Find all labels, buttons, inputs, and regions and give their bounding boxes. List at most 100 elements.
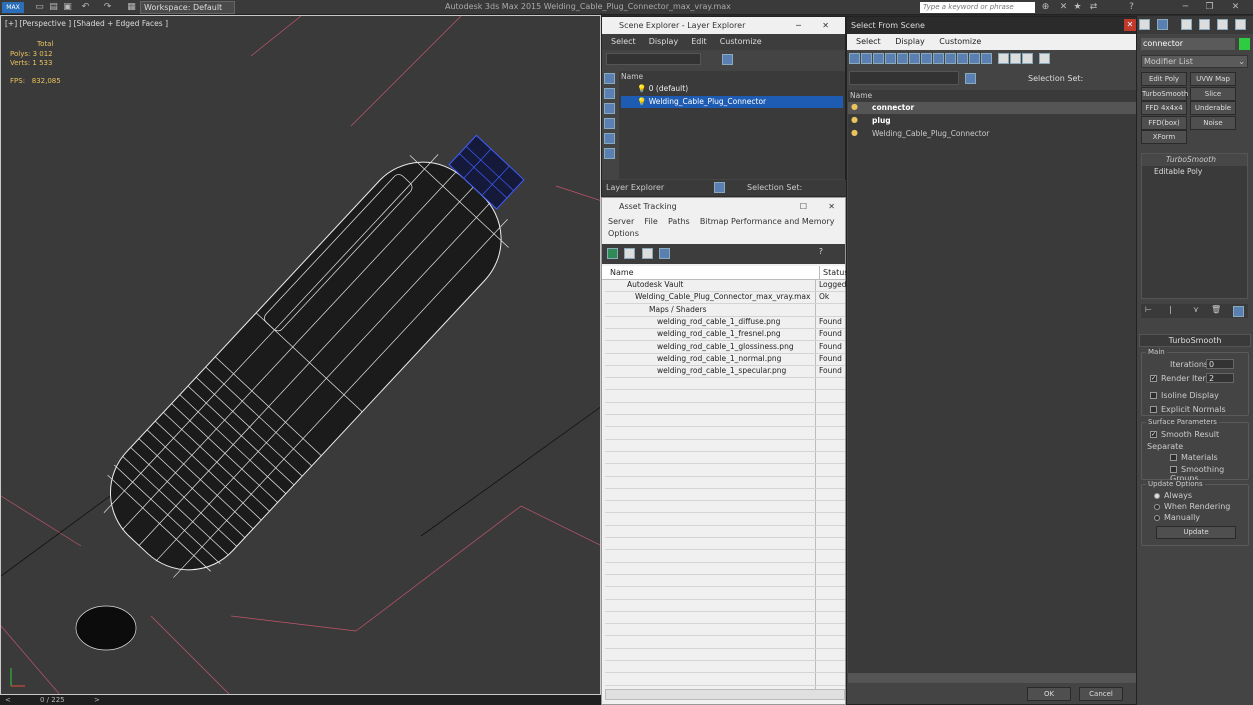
modifier-button[interactable]: TurboSmooth: [1141, 86, 1188, 101]
turbosmooth-rollout-header[interactable]: TurboSmooth: [1139, 334, 1251, 347]
lights-icon[interactable]: [873, 53, 884, 64]
asset-row-name[interactable]: Autodesk Vault: [627, 279, 683, 291]
materials-checkbox[interactable]: [1170, 454, 1177, 461]
layer-explorer-dropdown[interactable]: Layer Explorer: [606, 183, 664, 192]
containers-icon[interactable]: [957, 53, 968, 64]
layer-item[interactable]: 💡 0 (default): [637, 83, 688, 95]
isoline-checkbox[interactable]: [1150, 392, 1157, 399]
display-tab-icon[interactable]: [1217, 19, 1228, 30]
smoothing-groups-checkbox[interactable]: [1170, 466, 1177, 473]
search-input[interactable]: Type a keyword or phrase: [920, 2, 1035, 13]
minimize-icon[interactable]: ─: [796, 17, 801, 34]
redo-icon[interactable]: ↷: [102, 2, 113, 13]
help-icon[interactable]: ?: [819, 247, 823, 256]
project-icon[interactable]: ▦: [126, 2, 137, 13]
configure-sets-icon[interactable]: [1233, 306, 1244, 317]
asset-row-name[interactable]: Welding_Cable_Plug_Connector_max_vray.ma…: [635, 291, 810, 303]
menu-display[interactable]: Display: [895, 37, 925, 46]
find-input[interactable]: [849, 71, 959, 85]
menu-paths[interactable]: Paths: [668, 217, 690, 226]
viewport-label[interactable]: [+] [Perspective ] [Shaded + Edged Faces…: [5, 19, 168, 28]
new-icon[interactable]: ▭: [34, 2, 45, 13]
display-geometry-icon[interactable]: [604, 88, 615, 99]
object-list-scrollbar[interactable]: [848, 673, 1136, 683]
column-header-status[interactable]: Status: [819, 266, 849, 280]
next-frame-icon[interactable]: >: [94, 696, 100, 704]
asset-row-name[interactable]: welding_rod_cable_1_diffuse.png: [657, 316, 780, 328]
find-options-icon[interactable]: [965, 73, 976, 84]
ok-button[interactable]: OK: [1027, 687, 1071, 701]
asset-row-name[interactable]: welding_rod_cable_1_normal.png: [657, 353, 781, 365]
prev-frame-icon[interactable]: <: [5, 696, 11, 704]
shapes-icon[interactable]: [861, 53, 872, 64]
display-helpers-icon[interactable]: [604, 133, 615, 144]
help-icon[interactable]: ?: [1126, 2, 1137, 13]
light-bulb-icon[interactable]: ●: [851, 115, 858, 124]
smooth-result-checkbox[interactable]: ✓: [1150, 431, 1157, 438]
close-icon[interactable]: ✕: [822, 17, 829, 34]
modifier-list-dropdown[interactable]: Modifier List ⌄: [1141, 55, 1248, 68]
asset-scrollbar[interactable]: [605, 689, 845, 700]
close-icon[interactable]: ✕: [828, 198, 835, 215]
layer-item-selected[interactable]: 💡 Welding_Cable_Plug_Connector: [621, 96, 843, 108]
stack-item-editable-poly[interactable]: Editable Poly: [1142, 166, 1247, 178]
render-iters-spinner[interactable]: 2: [1206, 373, 1234, 383]
modifier-button[interactable]: UVW Map: [1190, 72, 1236, 86]
manually-radio[interactable]: [1154, 514, 1160, 521]
minimize-icon[interactable]: ─: [1180, 2, 1191, 13]
asset-row-name[interactable]: welding_rod_cable_1_glossiness.png: [657, 341, 794, 353]
grid-icon[interactable]: [659, 248, 670, 259]
modifier-button[interactable]: Slice: [1190, 86, 1236, 101]
modifier-button[interactable]: Underable Spli: [1190, 101, 1236, 125]
asset-row-name[interactable]: welding_rod_cable_1_specular.png: [657, 365, 786, 377]
object-name-input[interactable]: connector: [1141, 38, 1235, 50]
menu-file[interactable]: File: [644, 217, 657, 226]
modifier-button[interactable]: FFD(box): [1141, 115, 1187, 130]
frozen-icon[interactable]: [969, 53, 980, 64]
bones-icon[interactable]: [945, 53, 956, 64]
menu-select[interactable]: Select: [856, 37, 881, 46]
undo-icon[interactable]: ↶: [80, 2, 91, 13]
select-all-icon[interactable]: [998, 53, 1009, 64]
object-color-swatch[interactable]: [1239, 38, 1250, 50]
cameras-icon[interactable]: [885, 53, 896, 64]
create-tab-icon[interactable]: [1139, 19, 1150, 30]
menu-bitmap-performance[interactable]: Bitmap Performance and Memory: [700, 217, 835, 226]
stack-item-turbosmooth[interactable]: TurboSmooth: [1142, 154, 1247, 166]
modifier-button[interactable]: Noise: [1190, 115, 1236, 130]
display-cameras-icon[interactable]: [604, 118, 615, 129]
scene-search-input[interactable]: [606, 53, 701, 65]
pin-stack-icon[interactable]: ⊢: [1145, 305, 1152, 314]
exchange-icon[interactable]: ⇄: [1088, 2, 1099, 13]
menu-edit[interactable]: Edit: [691, 37, 707, 46]
modifier-button[interactable]: XForm: [1141, 130, 1187, 144]
object-item[interactable]: Welding_Cable_Plug_Connector: [872, 128, 989, 140]
time-slider[interactable]: < 0 / 225 >: [0, 695, 601, 705]
object-item-selected[interactable]: connector: [848, 102, 1136, 114]
geometry-icon[interactable]: [849, 53, 860, 64]
close-icon[interactable]: ✕: [1230, 2, 1241, 13]
explicit-normals-checkbox[interactable]: [1150, 406, 1157, 413]
file-icon[interactable]: [624, 248, 635, 259]
remove-modifier-icon[interactable]: 🗑: [1211, 305, 1221, 314]
binoculars-icon[interactable]: ⊕: [1040, 2, 1051, 13]
utilities-tab-icon[interactable]: [1235, 19, 1246, 30]
hidden-icon[interactable]: [981, 53, 992, 64]
display-lights-icon[interactable]: [604, 103, 615, 114]
spacewarps-icon[interactable]: [909, 53, 920, 64]
show-end-result-icon[interactable]: |: [1169, 305, 1172, 314]
modifier-button[interactable]: Edit Poly: [1141, 72, 1187, 86]
select-none-icon[interactable]: [1010, 53, 1021, 64]
menu-customize[interactable]: Customize: [939, 37, 981, 46]
display-none-icon[interactable]: [604, 73, 615, 84]
filter-icon[interactable]: [722, 54, 733, 65]
menu-select[interactable]: Select: [611, 37, 636, 46]
open-icon[interactable]: ▤: [48, 2, 59, 13]
filter-icon[interactable]: [1039, 53, 1050, 64]
asset-row-name[interactable]: welding_rod_cable_1_fresnel.png: [657, 328, 781, 340]
list-icon[interactable]: [642, 248, 653, 259]
perspective-viewport[interactable]: [+] [Perspective ] [Shaded + Edged Faces…: [0, 15, 601, 695]
maximize-icon[interactable]: ☐: [800, 198, 807, 215]
motion-tab-icon[interactable]: [1199, 19, 1210, 30]
layer-icon[interactable]: [714, 182, 725, 193]
